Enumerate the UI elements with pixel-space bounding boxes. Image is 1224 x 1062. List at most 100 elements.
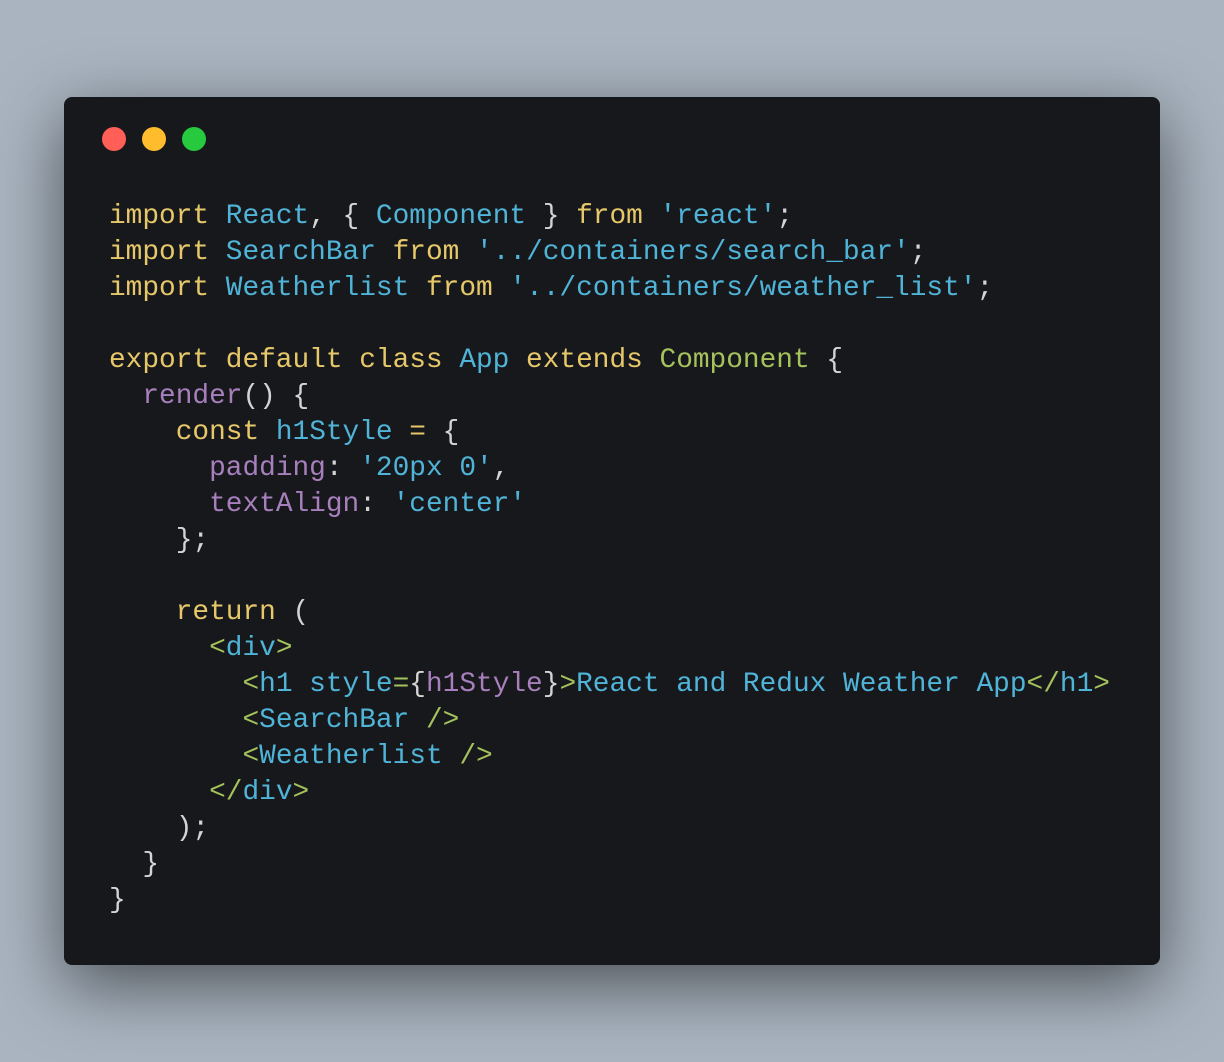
code-token-tag: >	[275, 633, 293, 664]
code-token-pun: }	[542, 669, 560, 700]
code-token-id: SearchBar	[225, 237, 376, 268]
code-token-pun: );	[109, 813, 210, 844]
code-token-prop: textAlign	[209, 489, 360, 520]
close-button[interactable]	[102, 127, 126, 151]
code-token-pun: {	[425, 417, 460, 448]
code-token-pun	[643, 345, 660, 376]
code-line: export default class App extends Compone…	[109, 343, 1110, 379]
code-token-pun	[109, 417, 176, 448]
code-line: </div>	[109, 775, 1110, 811]
code-token-id: Weatherlist	[225, 273, 410, 304]
code-line: padding: '20px 0',	[109, 451, 1110, 487]
code-token-kw: from	[425, 273, 493, 304]
code-token-kw: import	[109, 201, 210, 232]
code-token-str: '../containers/weather_list'	[509, 273, 977, 304]
code-token-pun	[643, 201, 660, 232]
code-token-pun	[109, 705, 242, 736]
code-token-pun: () {	[242, 381, 310, 412]
code-token-id: App	[459, 345, 510, 376]
code-token-pun	[409, 705, 426, 736]
code-token-kw: export default class	[109, 345, 443, 376]
code-token-pun: :	[359, 489, 393, 520]
code-token-kw: return	[175, 597, 276, 628]
code-token-tag: />	[459, 741, 493, 772]
code-token-kw: extends	[526, 345, 643, 376]
code-block: import React, { Component } from 'react'…	[109, 199, 1110, 919]
code-token-pun: }	[109, 885, 126, 916]
code-token-tn: SearchBar	[259, 705, 410, 736]
code-token-str: 'react'	[659, 201, 777, 232]
code-token-pun	[376, 237, 393, 268]
code-token-pun	[209, 237, 226, 268]
code-token-pun: {	[409, 669, 426, 700]
code-token-pun	[109, 777, 209, 808]
code-token-pun	[459, 237, 476, 268]
code-token-pun	[409, 273, 426, 304]
code-token-tag: <	[242, 741, 260, 772]
code-token-kw: =	[409, 417, 426, 448]
code-line: <h1 style={h1Style} > React and Redux Weat…	[109, 667, 1110, 703]
code-token-pun	[109, 741, 242, 772]
code-token-tag: =	[392, 669, 410, 700]
code-token-pun	[209, 201, 226, 232]
code-token-pun: :	[325, 453, 360, 484]
code-token-fn: render	[142, 381, 243, 412]
code-token-pun	[443, 741, 460, 772]
code-token-pun: (	[275, 597, 310, 628]
code-token-id: React	[225, 201, 310, 232]
code-token-kw: import	[109, 273, 210, 304]
code-token-pun: {	[809, 345, 844, 376]
code-token-id: h1Style	[275, 417, 393, 448]
code-token-tag: <	[242, 669, 260, 700]
minimize-button[interactable]	[142, 127, 166, 151]
code-token-tag: <	[209, 633, 226, 664]
code-token-pun	[443, 345, 460, 376]
code-token-tag: <	[242, 705, 260, 736]
code-token-pun: ;	[776, 201, 793, 232]
code-token-pun: }	[526, 201, 577, 232]
code-token-pun	[109, 669, 242, 700]
code-token-pun	[109, 381, 142, 412]
code-line: const h1Style = {	[109, 415, 1110, 451]
code-token-pun: ,	[492, 453, 510, 484]
code-token-pun	[259, 417, 276, 448]
code-token-tag: >	[292, 777, 310, 808]
code-line: import Weatherlist from '../containers/w…	[109, 271, 1110, 307]
code-token-str: 'center'	[392, 489, 527, 520]
code-line: );	[109, 811, 1110, 847]
code-token-tag: </	[209, 777, 243, 808]
code-token-str: '20px 0'	[359, 453, 493, 484]
code-token-tn: Weatherlist	[259, 741, 443, 772]
code-token-pun: ;	[909, 237, 927, 268]
code-line: ​	[109, 307, 1110, 343]
code-token-kw: from	[392, 237, 460, 268]
code-token-tn: div	[225, 633, 276, 664]
code-token-str: '../containers/search_bar'	[476, 237, 910, 268]
code-line: ​	[109, 559, 1110, 595]
code-line: <SearchBar />	[109, 703, 1110, 739]
code-token-tag: >	[1093, 669, 1110, 700]
code-token-prop: padding	[209, 453, 326, 484]
code-line: textAlign: 'center'	[109, 487, 1110, 523]
code-token-tn: React and Redux Weather App	[576, 669, 1027, 700]
code-token-kw: from	[576, 201, 643, 232]
code-line: <div>	[109, 631, 1110, 667]
code-line: return (	[109, 595, 1110, 631]
code-token-pun	[109, 597, 176, 628]
code-token-kw: const	[175, 417, 260, 448]
code-token-pun	[109, 489, 209, 520]
code-token-tn: div	[242, 777, 293, 808]
code-line: }	[109, 883, 1110, 919]
code-token-tn: h1 style	[259, 669, 393, 700]
code-token-kw: import	[109, 237, 210, 268]
code-token-fn: h1Style	[425, 669, 543, 700]
code-token-pun: }	[109, 849, 160, 880]
code-line: };	[109, 523, 1110, 559]
code-line: <Weatherlist />	[109, 739, 1110, 775]
code-line: render() {	[109, 379, 1110, 415]
maximize-button[interactable]	[182, 127, 206, 151]
code-token-tag: />	[425, 705, 460, 736]
code-line: import React, { Component } from 'react'…	[109, 199, 1110, 235]
code-window: import React, { Component } from 'react'…	[64, 97, 1160, 965]
code-token-pun: , {	[309, 201, 376, 232]
